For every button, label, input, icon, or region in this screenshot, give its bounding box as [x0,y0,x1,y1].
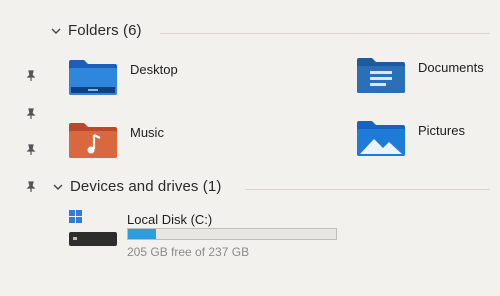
pin-icon[interactable] [24,181,38,195]
folder-item-documents[interactable]: Documents [356,56,484,94]
folder-label: Music [130,125,164,140]
chevron-down-icon[interactable] [50,25,62,37]
drives-section-title: Devices and drives (1) [70,178,222,195]
local-disk-icon [68,208,118,250]
desktop-folder-icon [68,58,118,96]
drives-section-header[interactable]: Devices and drives (1) [52,178,221,195]
folder-label: Desktop [130,62,178,77]
folders-section-header[interactable]: Folders (6) [50,22,142,39]
music-folder-icon [68,121,118,159]
folder-item-music[interactable]: Music [68,121,164,159]
folders-section-divider [160,33,490,34]
pin-icon[interactable] [24,144,38,158]
folder-item-pictures[interactable]: Pictures [356,119,465,157]
drive-usage-fill [128,229,157,239]
drives-section-divider [245,189,490,190]
folder-label: Documents [418,60,484,75]
pin-icon[interactable] [24,70,38,84]
folder-label: Pictures [418,123,465,138]
folders-section-title: Folders (6) [68,22,142,39]
drive-label: Local Disk (C:) [127,212,213,227]
pin-icon[interactable] [24,108,38,122]
drive-free-space: 205 GB free of 237 GB [127,245,250,259]
pictures-folder-icon [356,119,406,157]
drive-item-local-disk[interactable]: Local Disk (C:) 205 GB free of 237 GB [68,208,368,266]
drive-usage-bar [127,228,337,240]
folder-item-desktop[interactable]: Desktop [68,58,178,96]
chevron-down-icon[interactable] [52,181,64,193]
documents-folder-icon [356,56,406,94]
